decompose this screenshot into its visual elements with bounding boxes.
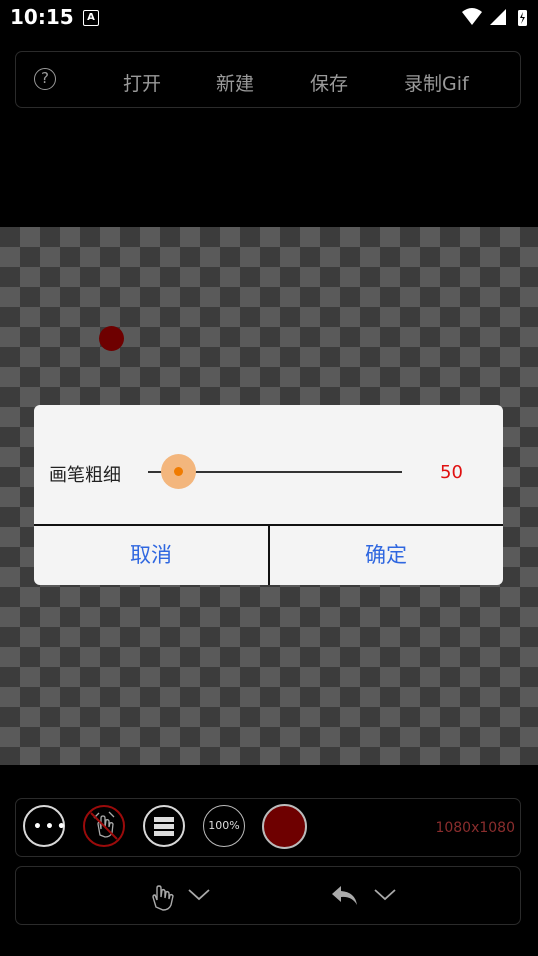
tool-bar: ••• 100% 1080x1080	[15, 798, 521, 857]
color-picker-button[interactable]	[262, 804, 307, 849]
chevron-down-icon[interactable]	[187, 888, 211, 902]
cancel-button[interactable]: 取消	[34, 526, 268, 585]
brush-stroke	[99, 326, 124, 351]
wifi-icon	[462, 8, 482, 25]
chevron-down-icon[interactable]	[373, 888, 397, 902]
gesture-icon	[90, 811, 118, 840]
brush-size-value: 50	[440, 462, 463, 483]
help-icon[interactable]: ?	[34, 68, 56, 90]
hand-icon[interactable]	[146, 881, 178, 913]
layers-icon	[154, 817, 174, 836]
save-button[interactable]: 保存	[310, 69, 348, 96]
action-bar	[15, 866, 521, 925]
top-toolbar: ? 打开 新建 保存 录制Gif	[15, 51, 521, 108]
status-time: 10:15	[10, 5, 74, 29]
canvas-size: 1080x1080	[435, 820, 515, 836]
zoom-button[interactable]: 100%	[203, 805, 245, 847]
more-button[interactable]: •••	[23, 805, 66, 847]
brush-size-dialog: 画笔粗细 50 取消 确定	[34, 405, 503, 585]
slider-thumb[interactable]	[173, 467, 183, 476]
new-button[interactable]: 新建	[216, 69, 254, 96]
layers-button[interactable]	[143, 805, 185, 847]
undo-icon[interactable]	[330, 883, 360, 909]
brush-size-label: 画笔粗细	[49, 465, 121, 486]
status-icons	[462, 8, 527, 26]
signal-icon	[490, 9, 506, 25]
gesture-button[interactable]	[83, 805, 125, 847]
record-gif-button[interactable]: 录制Gif	[404, 69, 469, 96]
open-button[interactable]: 打开	[123, 69, 161, 96]
zoom-level: 100%	[208, 819, 240, 832]
confirm-button[interactable]: 确定	[269, 526, 503, 585]
more-icon: •••	[33, 819, 69, 835]
notification-icon: A	[83, 10, 99, 26]
